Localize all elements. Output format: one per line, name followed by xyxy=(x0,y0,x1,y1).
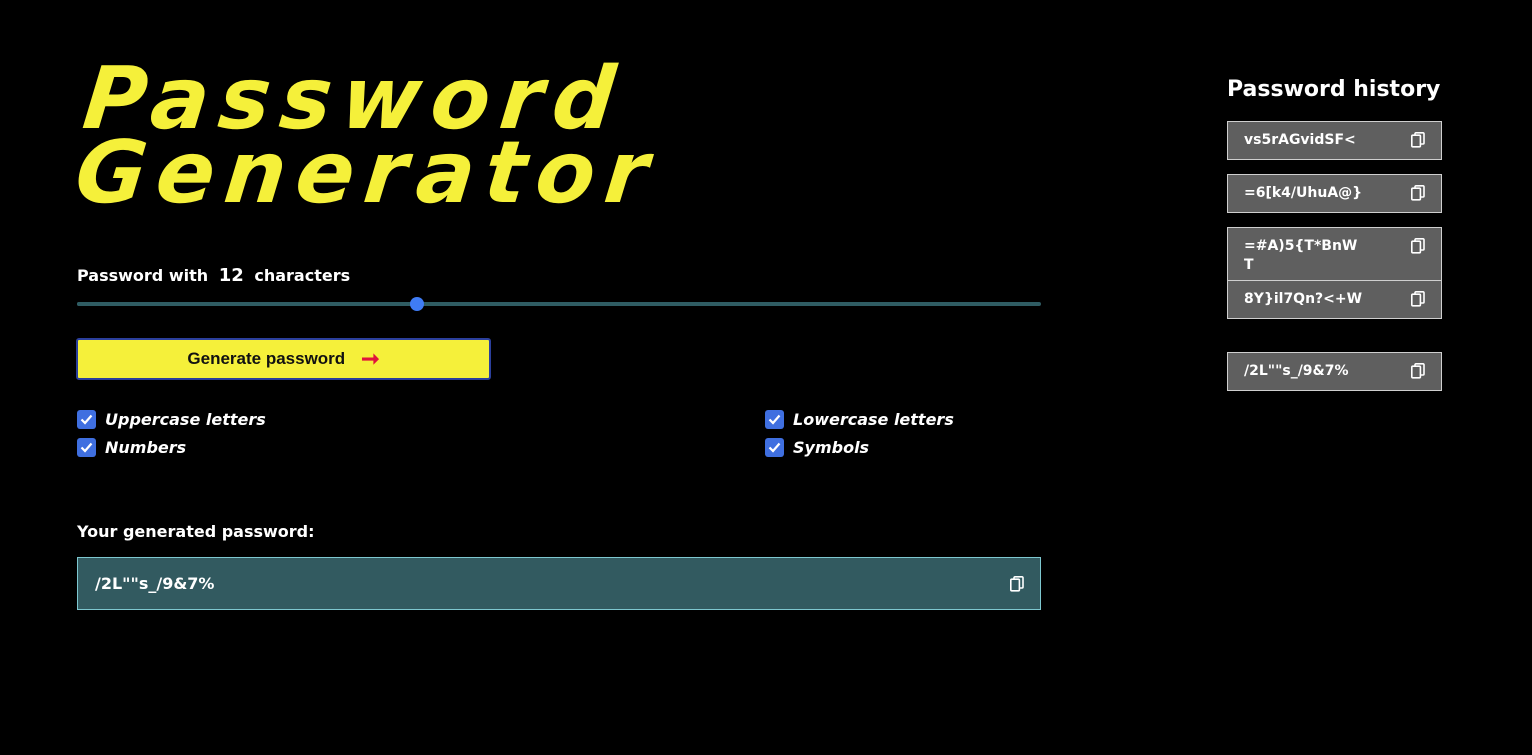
slider-fill xyxy=(77,302,418,306)
lowercase-label: Lowercase letters xyxy=(793,410,954,429)
uppercase-label: Uppercase letters xyxy=(105,410,266,429)
title-line-2: Generator xyxy=(70,123,663,223)
history-item[interactable]: /2L""s_/9&7% xyxy=(1227,352,1442,391)
password-generator-app: Password Generator Password with 12 char… xyxy=(0,0,1532,755)
history-password[interactable]: 8Y}il7Qn?<+W xyxy=(1244,290,1364,309)
length-label-prefix: Password with xyxy=(77,266,209,285)
symbols-checkbox[interactable] xyxy=(765,438,784,457)
copy-icon[interactable] xyxy=(1411,291,1425,307)
symbols-label: Symbols xyxy=(793,438,870,457)
copy-icon[interactable] xyxy=(1411,132,1425,148)
copy-icon[interactable] xyxy=(1010,575,1024,592)
page-title: Password Generator xyxy=(70,49,669,223)
history-item[interactable]: =6[k4/UhuA@} xyxy=(1227,174,1442,213)
history-item[interactable]: =#A)5{T*BnWT xyxy=(1227,227,1442,285)
history-password[interactable]: /2L""s_/9&7% xyxy=(1244,362,1364,381)
slider-thumb[interactable] xyxy=(410,297,425,311)
arrow-right-icon: ➞ xyxy=(361,346,380,371)
option-numbers[interactable]: Numbers xyxy=(77,438,186,457)
length-slider[interactable] xyxy=(77,297,1041,311)
copy-icon[interactable] xyxy=(1411,238,1425,254)
generated-password-value[interactable]: /2L""s_/9&7% xyxy=(95,574,214,593)
numbers-checkbox[interactable] xyxy=(77,438,96,457)
option-lowercase[interactable]: Lowercase letters xyxy=(765,410,954,429)
option-uppercase[interactable]: Uppercase letters xyxy=(77,410,266,429)
uppercase-checkbox[interactable] xyxy=(77,410,96,429)
history-title: Password history xyxy=(1227,77,1441,102)
history-password[interactable]: =6[k4/UhuA@} xyxy=(1244,184,1364,203)
numbers-label: Numbers xyxy=(105,438,187,457)
history-item[interactable]: vs5rAGvidSF< xyxy=(1227,121,1442,160)
length-label-suffix: characters xyxy=(254,266,351,285)
generate-button-label: Generate password xyxy=(187,349,346,368)
option-symbols[interactable]: Symbols xyxy=(765,438,869,457)
lowercase-checkbox[interactable] xyxy=(765,410,784,429)
generated-password-label: Your generated password: xyxy=(77,522,315,541)
history-item[interactable]: 8Y}il7Qn?<+W xyxy=(1227,280,1442,319)
history-password[interactable]: vs5rAGvidSF< xyxy=(1244,131,1364,150)
generated-password-field[interactable]: /2L""s_/9&7% xyxy=(77,557,1041,610)
password-length-label: Password with 12 characters xyxy=(77,265,350,286)
copy-icon[interactable] xyxy=(1411,363,1425,379)
generate-password-button[interactable]: Generate password ➞ xyxy=(76,338,491,380)
length-value: 12 xyxy=(218,265,244,286)
copy-icon[interactable] xyxy=(1411,185,1425,201)
history-password[interactable]: =#A)5{T*BnWT xyxy=(1244,237,1364,275)
